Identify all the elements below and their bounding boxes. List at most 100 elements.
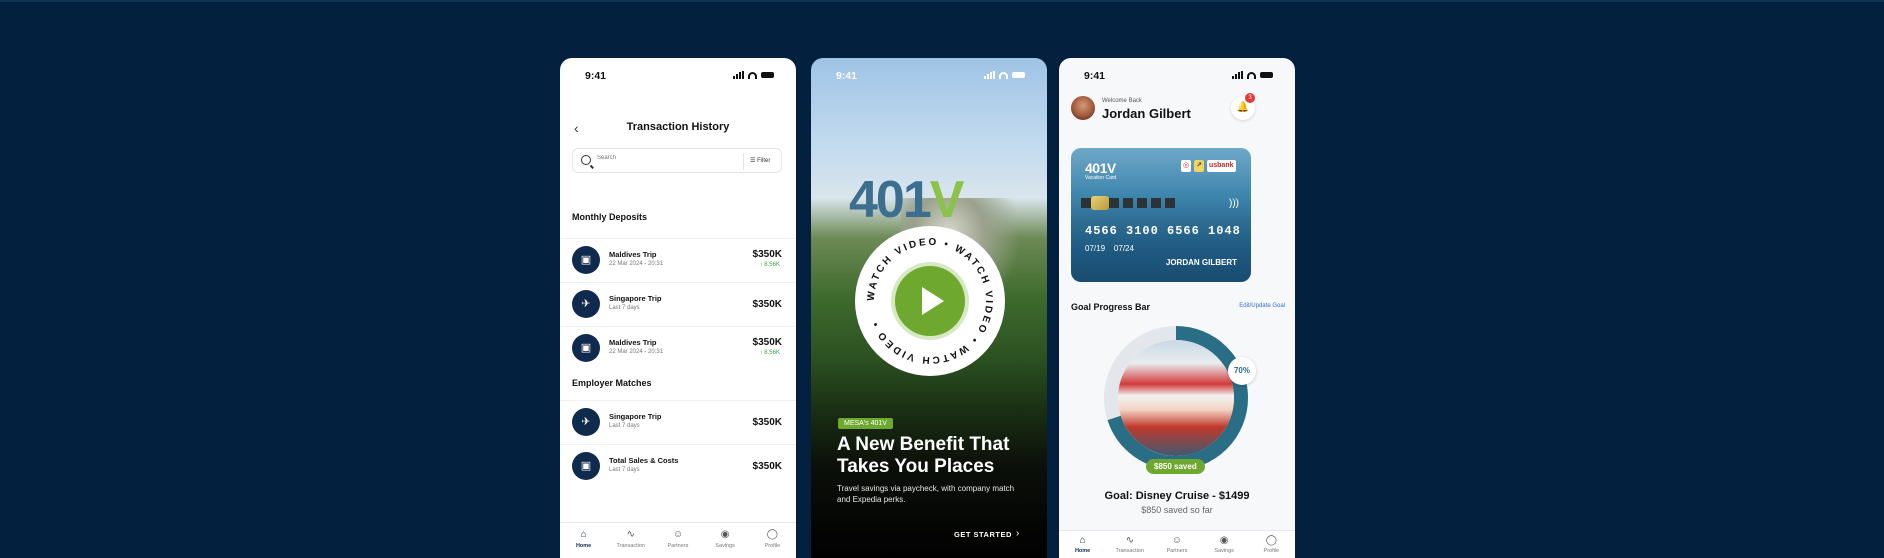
card-holder: JORDAN GILBERT: [1165, 258, 1237, 267]
card-icon: ▣: [572, 334, 600, 362]
card-dates: 07/19 07/24: [1085, 244, 1134, 253]
item-date: Last 7 days: [609, 423, 640, 429]
tab-profile[interactable]: ◯ Profile: [752, 523, 792, 558]
item-date: Last 7 days: [609, 305, 640, 311]
item-amount: $350K: [752, 461, 782, 472]
list-item[interactable]: ✈ Singapore Trip Last 7 days $350K: [560, 400, 796, 444]
search-icon: [581, 155, 591, 165]
item-amount: $350K: [752, 417, 782, 428]
vacation-card[interactable]: 401V Vacation Card ◎ ↗ usbank ))) 4566 3…: [1071, 148, 1251, 282]
goal-title: Goal: Disney Cruise - $1499: [1104, 490, 1250, 502]
list-item[interactable]: ▣ Total Sales & Costs Last 7 days $350K: [560, 444, 796, 488]
goal-photo: [1118, 340, 1234, 456]
plane-icon: ✈: [572, 290, 600, 318]
tab-home[interactable]: ⌂ Home: [1063, 531, 1103, 558]
status-time: 9:41: [585, 70, 607, 82]
get-started-button[interactable]: GET STARTED: [954, 530, 1012, 539]
signal-icon: [733, 71, 744, 79]
section-title-employer-matches: Employer Matches: [572, 378, 652, 388]
tab-partners[interactable]: ☺ Partners: [658, 523, 698, 558]
card-icon: ▣: [572, 452, 600, 480]
item-change: ↑ 8.56K: [759, 262, 780, 268]
item-name: Maldives Trip: [609, 338, 657, 347]
status-time: 9:41: [1084, 70, 1106, 82]
card-chip-icon: [1091, 196, 1109, 210]
tab-transaction[interactable]: ∿ Transaction: [1110, 531, 1150, 558]
bank-logo: usbank: [1206, 160, 1236, 172]
play-icon[interactable]: [895, 266, 965, 336]
target-logo-icon: ◎: [1181, 160, 1192, 172]
goal-progress-ring: 70% $850 saved: [1103, 325, 1256, 474]
item-name: Singapore Trip: [609, 412, 662, 421]
item-name: Total Sales & Costs: [609, 456, 679, 465]
filter-label: Filter: [757, 158, 771, 164]
tab-savings[interactable]: ◉ Savings: [1204, 531, 1244, 558]
search-bar: ☰ Filter: [572, 148, 782, 173]
item-date: Last 7 days: [609, 467, 640, 473]
battery-icon: [1260, 72, 1273, 78]
signal-icon: [1232, 71, 1243, 79]
401v-logo: 401V: [849, 171, 964, 229]
pulse-icon: ∿: [626, 529, 635, 540]
card-logo: 401V: [1085, 160, 1116, 176]
goal-subtitle: $850 saved so far: [1141, 505, 1213, 515]
section-title-monthly-deposits: Monthly Deposits: [572, 212, 648, 222]
notification-badge: 3: [1245, 93, 1255, 103]
card-subtitle: Vacation Card: [1085, 175, 1117, 181]
section-title: Goal Progress Bar: [1071, 302, 1151, 312]
contactless-icon: ))): [1229, 198, 1239, 209]
description: Travel savings via paycheck, with compan…: [837, 484, 1015, 504]
transaction-history-screen: 9:41 ‹ Transaction History ☰ Filter Mont…: [560, 58, 796, 558]
tab-transaction[interactable]: ∿ Transaction: [611, 523, 651, 558]
status-time: 9:41: [836, 70, 858, 82]
welcome-text: Welcome Back: [1102, 98, 1142, 104]
pulse-icon: ∿: [1125, 535, 1134, 546]
home-icon: ⌂: [580, 529, 587, 540]
list-item[interactable]: ✈ Singapore Trip Last 7 days $350K: [560, 282, 796, 326]
chevron-right-icon[interactable]: ›: [1016, 528, 1019, 539]
filter-button[interactable]: ☰ Filter: [750, 157, 770, 164]
card-icon: ▣: [572, 246, 600, 274]
watch-video-button[interactable]: WATCH VIDEO • WATCH VIDEO • WATCH VIDEO …: [855, 226, 1005, 376]
item-name: Singapore Trip: [609, 294, 662, 303]
status-badge: MESA's 401V: [838, 418, 893, 429]
status-bar: 9:41: [560, 68, 796, 84]
tab-savings[interactable]: ◉ Savings: [705, 523, 745, 558]
divider: [743, 153, 744, 170]
item-name: Maldives Trip: [609, 250, 657, 259]
item-amount: $350K: [752, 299, 782, 310]
partner-logos: ◎ ↗ usbank: [1181, 160, 1236, 172]
list-item[interactable]: ▣ Maldives Trip 22 Mar 2024 - 20:31 $350…: [560, 238, 796, 282]
users-icon: ☺: [672, 529, 684, 540]
wifi-icon: [748, 71, 757, 79]
home-icon: ⌂: [1079, 535, 1086, 546]
piggy-bank-icon: ◉: [1219, 535, 1229, 546]
item-amount: $350K: [752, 337, 782, 348]
avatar[interactable]: [1071, 96, 1095, 120]
promo-video-screen: 9:41 401V WATCH VIDEO • WATCH VIDEO • WA…: [811, 58, 1047, 558]
status-bar: 9:41: [1059, 68, 1295, 84]
top-divider: [0, 0, 1884, 2]
wifi-icon: [1247, 71, 1256, 79]
signal-icon: [984, 71, 995, 79]
progress-percent: 70%: [1228, 357, 1256, 385]
piggy-bank-icon: ◉: [720, 529, 730, 540]
list-item[interactable]: ▣ Maldives Trip 22 Mar 2024 - 20:31 $350…: [560, 326, 796, 370]
tab-partners[interactable]: ☺ Partners: [1157, 531, 1197, 558]
card-number: 4566 3100 6566 1048: [1085, 224, 1241, 238]
edit-goal-link[interactable]: Edit/Update Goal: [1239, 303, 1285, 309]
battery-icon: [1012, 72, 1025, 78]
item-date: 22 Mar 2024 - 20:31: [609, 349, 664, 355]
tab-bar: ⌂ Home ∿ Transaction ☺ Partners ◉ Savings ◯ P…: [560, 522, 796, 558]
tab-profile[interactable]: ◯ Profile: [1251, 531, 1291, 558]
saved-badge: $850 saved: [1146, 459, 1205, 474]
user-icon: ◯: [766, 529, 778, 540]
tab-bar: ⌂ Home ∿ Transaction ☺ Partners ◉ Savings ◯ P…: [1059, 530, 1295, 558]
tab-home[interactable]: ⌂ Home: [564, 523, 604, 558]
battery-icon: [761, 72, 774, 78]
search-input[interactable]: [597, 155, 737, 161]
page-header: ‹ Transaction History: [560, 118, 796, 138]
user-icon: ◯: [1265, 535, 1277, 546]
item-date: 22 Mar 2024 - 20:31: [609, 261, 664, 267]
user-name: Jordan Gilbert: [1102, 106, 1191, 121]
